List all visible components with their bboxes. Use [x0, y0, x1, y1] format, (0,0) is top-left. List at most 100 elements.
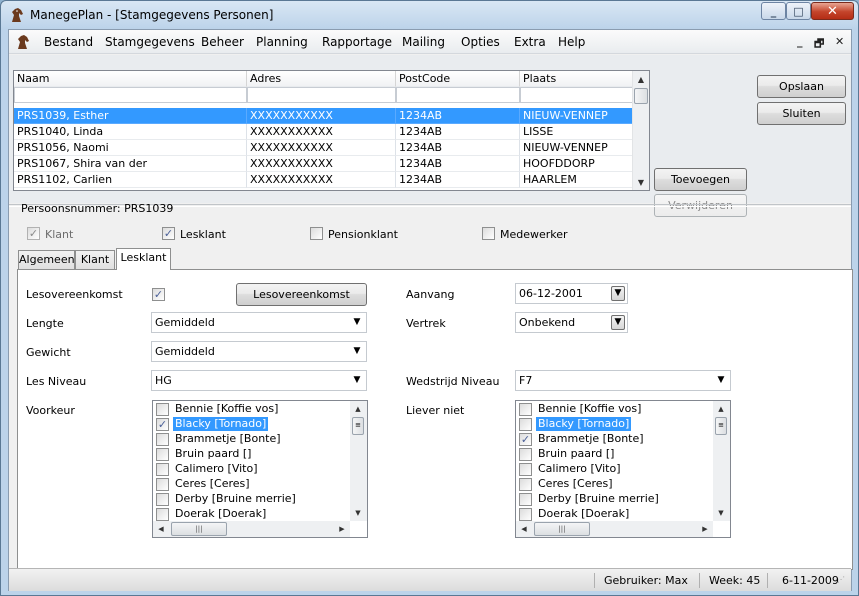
tab-algemeen[interactable]: Algemeen [18, 250, 75, 270]
item-checkbox[interactable] [519, 478, 532, 491]
scroll-up-icon[interactable]: ▲ [350, 401, 366, 417]
grid-scrollbar[interactable]: ▲ ▼ [632, 71, 649, 190]
menu-beheer[interactable]: Beheer [201, 35, 244, 49]
scroll-right-icon[interactable]: ▶ [334, 521, 350, 537]
tab-klant[interactable]: Klant [75, 250, 115, 270]
menu-rapportage[interactable]: Rapportage [322, 35, 392, 49]
list-hscrollbar[interactable]: ◀ ||| ▶ [516, 521, 713, 537]
role-checkbox-pensionklant[interactable] [310, 227, 323, 240]
filter-adres-input[interactable] [247, 87, 396, 103]
sluiten-button[interactable]: Sluiten [757, 102, 846, 125]
table-cell: XXXXXXXXXXX [247, 156, 396, 172]
close-button[interactable]: ✕ [811, 2, 854, 20]
list-scrollbar[interactable]: ▲ ≡ ▼ [713, 401, 730, 521]
mdi-restore-icon[interactable]: 🗗 [814, 35, 824, 54]
item-checkbox[interactable] [156, 478, 169, 491]
filter-postcode-input[interactable] [396, 87, 520, 103]
item-checkbox[interactable] [156, 433, 169, 446]
scroll-thumb[interactable]: ||| [171, 522, 227, 536]
minimize-button[interactable]: _ [761, 2, 786, 20]
voorkeur-checklist[interactable]: Bennie [Koffie vos] ✓ Blacky [Tornado] Bram… [152, 400, 368, 538]
scroll-thumb[interactable]: ≡ [352, 417, 364, 435]
scroll-down-icon[interactable]: ▼ [713, 505, 729, 521]
column-header-adres[interactable]: Adres [247, 71, 396, 87]
item-label: Bennie [Koffie vos] [175, 402, 279, 415]
menu-opties[interactable]: Opties [461, 35, 500, 49]
item-checkbox[interactable] [519, 463, 532, 476]
persons-grid[interactable]: Naam Adres PostCode Plaats PRS1039, Esth… [13, 70, 650, 191]
lesovereenkomst-checkbox[interactable]: ✓ [152, 288, 165, 301]
maximize-button[interactable]: □ [786, 2, 811, 20]
scroll-left-icon[interactable]: ◀ [153, 521, 169, 537]
item-checkbox[interactable] [519, 418, 532, 431]
mdi-close-icon[interactable]: ✕ [835, 35, 844, 48]
lengte-dropdown[interactable]: Gemiddeld ▼ [151, 312, 367, 333]
vertrek-datepicker[interactable]: Onbekend ▼ [515, 312, 628, 333]
filter-naam-input[interactable] [14, 87, 247, 103]
lievernieet-checklist[interactable]: Bennie [Koffie vos] Blacky [Tornado] ✓ Bram… [515, 400, 731, 538]
table-row[interactable]: PRS1102, Carlien XXXXXXXXXXX 1234AB HAARLEM [14, 172, 633, 188]
list-scrollbar[interactable]: ▲ ≡ ▼ [350, 401, 367, 521]
scroll-down-icon[interactable]: ▼ [350, 505, 366, 521]
scroll-right-icon[interactable]: ▶ [697, 521, 713, 537]
scroll-thumb[interactable]: ≡ [715, 417, 727, 435]
menu-bestand[interactable]: Bestand [44, 35, 93, 49]
item-checkbox[interactable] [519, 403, 532, 416]
table-cell: HAARLEM [520, 172, 633, 188]
mdi-minimize-icon[interactable]: _ [797, 35, 803, 48]
lesniveau-dropdown[interactable]: HG ▼ [151, 370, 367, 391]
role-label-medewerker: Medewerker [500, 228, 568, 241]
role-checkbox-lesklant[interactable]: ✓ [162, 227, 175, 240]
filter-plaats-input[interactable] [520, 87, 633, 103]
tab-lesklant[interactable]: Lesklant [116, 248, 171, 270]
item-checkbox[interactable] [156, 448, 169, 461]
item-checkbox[interactable] [156, 493, 169, 506]
item-checkbox[interactable] [156, 403, 169, 416]
item-checkbox[interactable] [156, 508, 169, 521]
item-checkbox[interactable]: ✓ [156, 418, 169, 431]
horse-icon [12, 8, 23, 22]
lesovereenkomst-button[interactable]: Lesovereenkomst [236, 283, 367, 306]
wedstrijdniveau-label: Wedstrijd Niveau [406, 375, 500, 388]
item-checkbox[interactable] [519, 448, 532, 461]
wedstrijdniveau-value: F7 [519, 374, 533, 387]
horse-icon[interactable] [15, 34, 31, 50]
item-checkbox[interactable] [519, 508, 532, 521]
scroll-thumb[interactable]: ||| [534, 522, 590, 536]
table-cell: XXXXXXXXXXX [247, 172, 396, 188]
scroll-left-icon[interactable]: ◀ [516, 521, 532, 537]
table-row[interactable]: PRS1039, Esther XXXXXXXXXXX 1234AB NIEUW-VE… [14, 108, 633, 124]
menu-extra[interactable]: Extra [514, 35, 546, 49]
item-checkbox[interactable]: ✓ [519, 433, 532, 446]
column-header-postcode[interactable]: PostCode [396, 71, 520, 87]
scroll-thumb[interactable] [634, 88, 648, 104]
title-bar[interactable]: ManegePlan - [Stamgegevens Personen] _ □… [1, 1, 858, 29]
scroll-up-icon[interactable]: ▲ [633, 71, 649, 87]
toevoegen-button[interactable]: Toevoegen [654, 168, 747, 191]
scroll-up-icon[interactable]: ▲ [713, 401, 729, 417]
wedstrijdniveau-dropdown[interactable]: F7 ▼ [515, 370, 731, 391]
list-hscrollbar[interactable]: ◀ ||| ▶ [153, 521, 350, 537]
table-row[interactable]: PRS1067, Shira van der XXXXXXXXXXX 1234AB H… [14, 156, 633, 172]
gewicht-dropdown[interactable]: Gemiddeld ▼ [151, 341, 367, 362]
resize-grip-icon[interactable]: ⋰ [837, 576, 849, 589]
opslaan-button[interactable]: Opslaan [757, 75, 846, 98]
menu-stamgegevens[interactable]: Stamgegevens [105, 35, 195, 49]
menu-mailing[interactable]: Mailing [402, 35, 445, 49]
menu-help[interactable]: Help [558, 35, 585, 49]
calendar-dropdown-icon[interactable]: ▼ [611, 286, 625, 301]
item-checkbox[interactable] [156, 463, 169, 476]
aanvang-datepicker[interactable]: 06-12-2001 ▼ [515, 283, 628, 304]
lesniveau-value: HG [155, 374, 172, 387]
column-header-naam[interactable]: Naam [14, 71, 247, 87]
calendar-dropdown-icon[interactable]: ▼ [611, 315, 625, 330]
table-cell: HOOFDDORP [520, 156, 633, 172]
table-row[interactable]: PRS1056, Naomi XXXXXXXXXXX 1234AB NIEUW-VEN… [14, 140, 633, 156]
item-checkbox[interactable] [519, 493, 532, 506]
table-row[interactable]: PRS1040, Linda XXXXXXXXXXX 1234AB LISSE [14, 124, 633, 140]
scroll-down-icon[interactable]: ▼ [633, 174, 649, 190]
column-header-plaats[interactable]: Plaats [520, 71, 633, 87]
menu-planning[interactable]: Planning [256, 35, 308, 49]
persoonsnummer-label: Persoonsnummer: PRS1039 [21, 202, 174, 215]
role-checkbox-medewerker[interactable] [482, 227, 495, 240]
